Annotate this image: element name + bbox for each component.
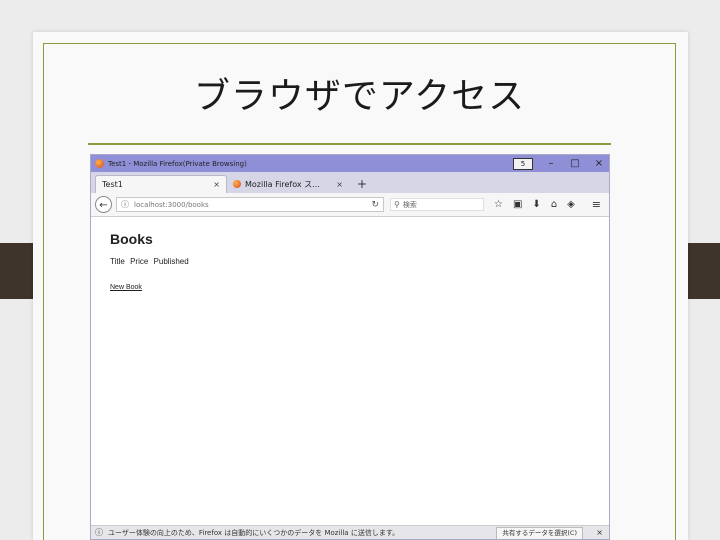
navigation-toolbar: ← ⓘ localhost:3000/books ↻ ⚲ 検索 ☆ ▣ ⬇ ⌂ …: [91, 193, 609, 217]
firefox-logo-icon: [95, 159, 104, 168]
notification-text: ユーザー体験の向上のため、Firefox は自動的にいくつかのデータを Mozi…: [108, 528, 400, 537]
pocket-icon[interactable]: ◈: [567, 199, 575, 210]
close-tab-icon[interactable]: ×: [213, 180, 220, 189]
slide-title: ブラウザでアクセス: [193, 76, 526, 117]
site-info-icon[interactable]: ⓘ: [121, 199, 129, 210]
url-bar[interactable]: ⓘ localhost:3000/books ↻: [116, 197, 384, 212]
reload-icon[interactable]: ↻: [371, 200, 379, 210]
window-controls: 5 – □ ×: [513, 155, 605, 172]
new-book-link[interactable]: New Book: [110, 284, 142, 291]
tab-label: Mozilla Firefox ス...: [245, 179, 320, 189]
tab-mozilla-firefox[interactable]: Mozilla Firefox ス... ×: [227, 175, 349, 193]
table-header: Title Price Published: [110, 257, 590, 266]
title-rule: [88, 143, 611, 145]
column-header-published: Published: [153, 257, 189, 266]
download-icon[interactable]: ⬇: [532, 199, 540, 210]
close-notification-icon[interactable]: ×: [596, 528, 603, 537]
search-input[interactable]: ⚲ 検索: [390, 198, 484, 211]
notification-bar: ⓘ ユーザー体験の向上のため、Firefox は自動的にいくつかのデータを Mo…: [91, 525, 609, 539]
close-window-button[interactable]: ×: [593, 158, 605, 169]
search-placeholder: 検索: [402, 200, 417, 209]
info-icon: ⓘ: [95, 528, 103, 537]
firefox-favicon-icon: [233, 180, 241, 188]
hamburger-menu-icon[interactable]: ≡: [592, 198, 601, 211]
new-tab-button[interactable]: +: [349, 177, 373, 193]
bookmark-star-icon[interactable]: ☆: [494, 199, 503, 210]
back-arrow-icon[interactable]: ←: [95, 196, 112, 213]
library-icon[interactable]: ▣: [513, 199, 522, 210]
column-header-title: Title: [110, 257, 125, 266]
page-heading: Books: [110, 231, 153, 247]
search-icon: ⚲: [394, 200, 400, 209]
page-content: Books Title Price Published New Book: [91, 217, 609, 525]
home-icon[interactable]: ⌂: [551, 199, 557, 210]
tab-label: Test1: [102, 180, 123, 189]
column-header-price: Price: [130, 257, 149, 266]
window-box-button[interactable]: 5: [513, 157, 533, 170]
toolbar-icons: ☆ ▣ ⬇ ⌂ ◈: [494, 199, 575, 210]
browser-window: Test1 - Mozilla Firefox(Private Browsing…: [90, 154, 610, 540]
tab-test1[interactable]: Test1 ×: [95, 175, 227, 193]
tab-strip: Test1 × Mozilla Firefox ス... × +: [91, 172, 609, 193]
window-titlebar: Test1 - Mozilla Firefox(Private Browsing…: [91, 155, 609, 172]
url-text: localhost:3000/books: [134, 200, 209, 209]
choose-data-button[interactable]: 共有するデータを選択(C): [496, 527, 583, 539]
maximize-button[interactable]: □: [569, 158, 581, 169]
minimize-button[interactable]: –: [545, 158, 557, 169]
close-tab-icon[interactable]: ×: [336, 180, 343, 189]
window-title: Test1 - Mozilla Firefox(Private Browsing…: [108, 159, 247, 168]
